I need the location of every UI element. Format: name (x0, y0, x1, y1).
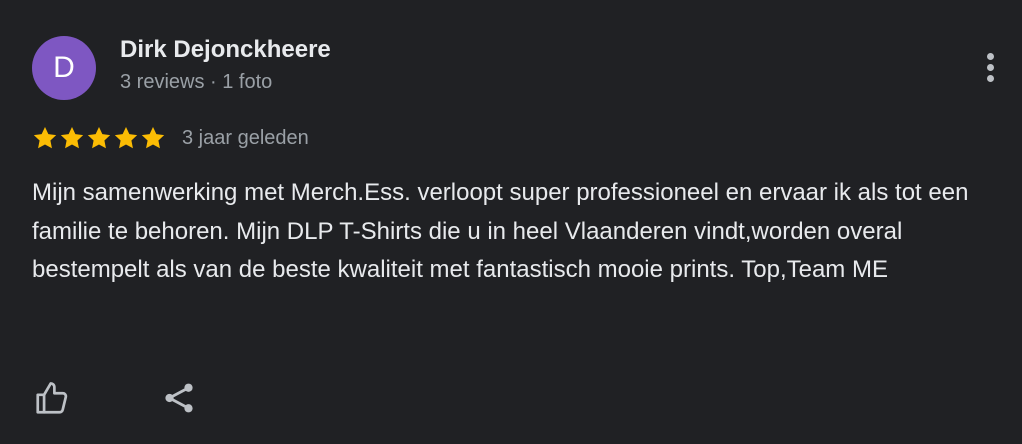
review-card: D Dirk Dejonckheere 3 reviews · 1 foto 3… (0, 0, 1022, 444)
more-vert-icon (986, 52, 994, 60)
more-options-button[interactable] (972, 46, 1008, 88)
reviewer-meta: 3 reviews · 1 foto (120, 71, 273, 93)
star-icon (33, 126, 57, 149)
thumb-up-icon (36, 382, 68, 414)
avatar-initial: D (53, 51, 75, 84)
more-vert-icon-dot (986, 63, 994, 71)
avatar[interactable]: D (32, 36, 96, 100)
rating-row: 3 jaar geleden (32, 122, 309, 154)
star-rating (32, 125, 166, 151)
review-date: 3 jaar geleden (182, 126, 309, 149)
star-icon (114, 126, 138, 149)
star-icon (60, 126, 84, 149)
star-icon (87, 126, 111, 149)
like-button[interactable] (30, 376, 74, 420)
share-button[interactable] (157, 376, 201, 420)
star-icon (141, 126, 165, 149)
more-vert-icon-dot (986, 74, 994, 82)
reviewer-name[interactable]: Dirk Dejonckheere (120, 36, 331, 64)
review-text: Mijn samenwerking met Merch.Ess. verloop… (32, 179, 969, 283)
share-icon (165, 383, 193, 413)
